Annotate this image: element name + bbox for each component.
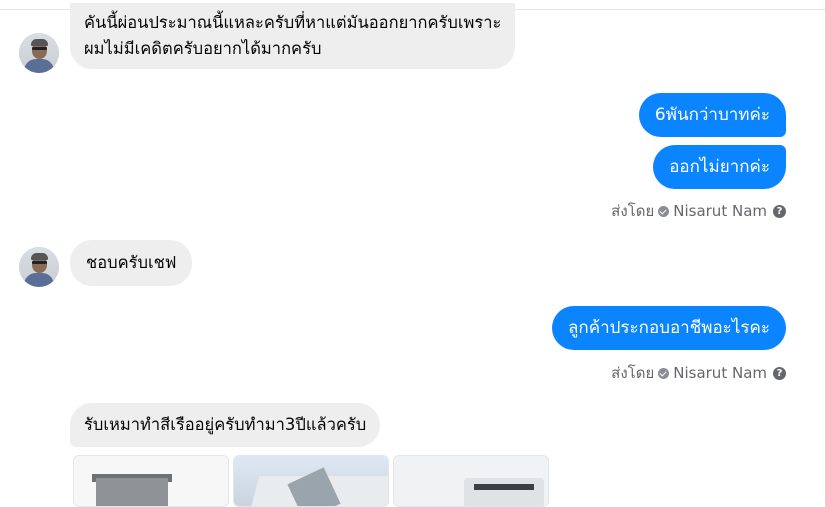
sent-by-label: ส่งโดย <box>611 202 655 220</box>
question-circle-icon[interactable]: ? <box>773 366 786 380</box>
image-attachment[interactable] <box>73 455 229 507</box>
image-attachment[interactable] <box>393 455 549 507</box>
sent-by-indicator: ส่งโดย Nisarut Nam ? <box>611 199 786 223</box>
check-circle-icon <box>658 367 670 379</box>
incoming-message[interactable]: คันนี้ผ่อนประมาณนี้แหละครับที่หาแต่มันออ… <box>70 3 516 69</box>
image-attachment[interactable] <box>233 455 389 507</box>
sent-by-name[interactable]: Nisarut Nam <box>673 202 767 220</box>
contact-avatar[interactable] <box>19 247 59 287</box>
incoming-message[interactable]: รับเหมาทำสีเรืออยู่ครับทำมา3ปีแล้วครับ <box>70 403 381 447</box>
message-text: ชอบครับเชฟ <box>86 253 177 272</box>
message-text: 6พันกว่าบาทค่ะ <box>654 105 770 125</box>
message-text: รับเหมาทำสีเรืออยู่ครับทำมา3ปีแล้วครับ <box>84 415 367 434</box>
sent-by-label: ส่งโดย <box>611 364 655 382</box>
outgoing-message[interactable]: ออกไม่ยากค่ะ <box>653 145 786 189</box>
contact-avatar[interactable] <box>19 33 59 73</box>
question-circle-icon[interactable]: ? <box>773 204 786 218</box>
incoming-message[interactable]: ชอบครับเชฟ <box>70 240 193 286</box>
message-text-line: ผมไม่มีเคดิตครับอยากได้มากครับ <box>84 39 322 58</box>
message-text: ลูกค้าประกอบอาชีพอะไรคะ <box>568 318 770 338</box>
outgoing-message[interactable]: ลูกค้าประกอบอาชีพอะไรคะ <box>552 306 786 350</box>
sent-by-name[interactable]: Nisarut Nam <box>673 364 767 382</box>
sent-by-indicator: ส่งโดย Nisarut Nam ? <box>611 361 786 385</box>
check-circle-icon <box>658 205 670 217</box>
message-text-line: คันนี้ผ่อนประมาณนี้แหละครับที่หาแต่มันออ… <box>84 13 502 32</box>
message-text: ออกไม่ยากค่ะ <box>669 157 770 177</box>
outgoing-message[interactable]: 6พันกว่าบาทค่ะ <box>638 93 786 137</box>
